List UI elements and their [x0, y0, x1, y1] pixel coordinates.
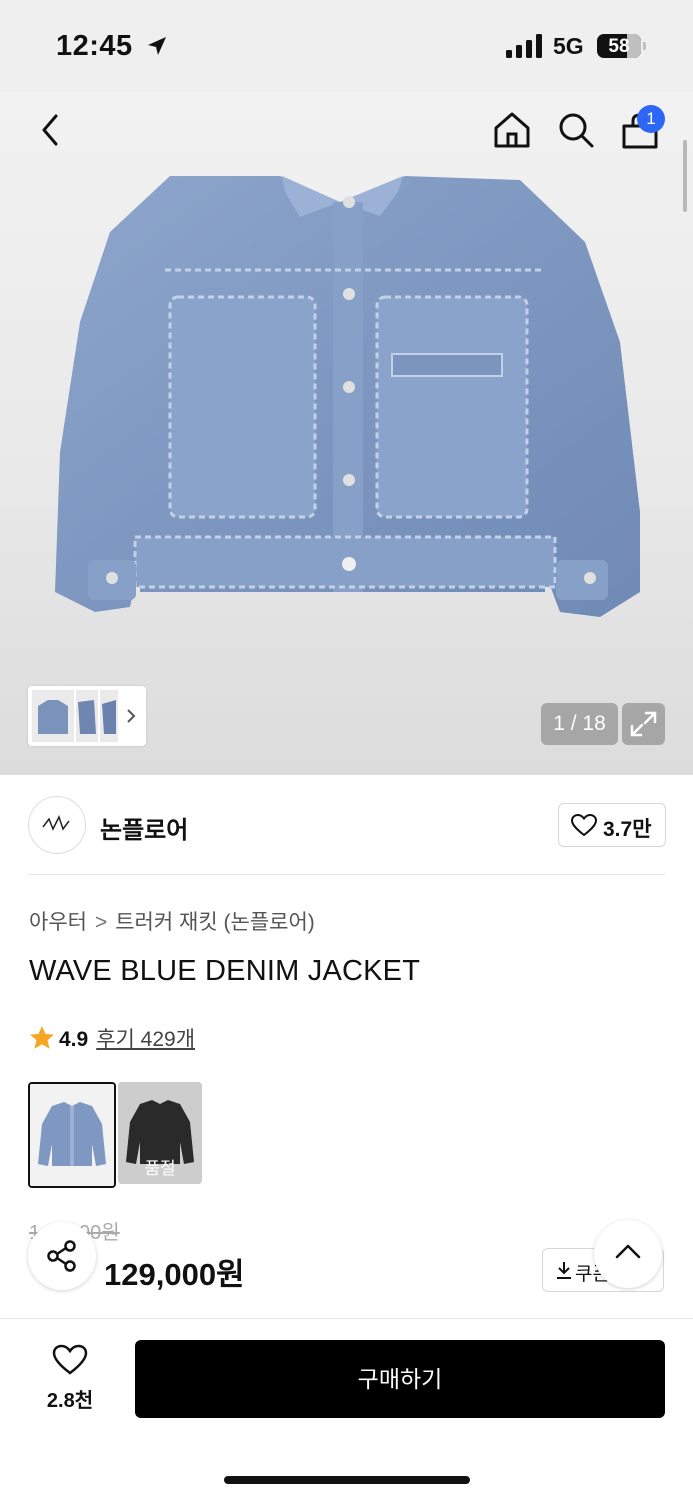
download-icon — [557, 1262, 571, 1279]
battery-icon: 58 — [597, 34, 641, 58]
chevron-up-icon — [615, 1244, 641, 1259]
sale-price: 129,000원 — [104, 1257, 245, 1292]
expand-icon[interactable] — [622, 703, 665, 745]
brand-logo[interactable] — [28, 796, 86, 854]
brand-like-count: 3.7만 — [603, 818, 652, 841]
cellular-signal-icon — [506, 34, 542, 58]
wishlist-heart-icon[interactable] — [52, 1344, 88, 1376]
brand-like-button[interactable]: 3.7만 — [558, 803, 666, 847]
brand-logo-mark — [42, 815, 70, 831]
product-rating: 4.9 후기 429개 — [29, 1023, 195, 1053]
back-icon[interactable] — [36, 112, 66, 148]
scrollbar[interactable] — [683, 140, 687, 212]
battery-nub — [643, 42, 646, 50]
product-title: WAVE BLUE DENIM JACKET — [29, 955, 421, 987]
gallery-thumbnails[interactable] — [28, 686, 146, 746]
scroll-to-top-button[interactable] — [594, 1220, 662, 1288]
product-image[interactable] — [0, 92, 693, 775]
wishlist-count: 2.8천 — [46, 1390, 94, 1412]
home-icon[interactable] — [492, 110, 532, 150]
share-icon — [47, 1240, 76, 1272]
cart-count-badge: 1 — [637, 105, 665, 133]
rating-score: 4.9 — [59, 1028, 89, 1051]
image-counter: 1 / 18 — [541, 703, 618, 745]
battery-level: 58 — [608, 36, 630, 57]
buy-button[interactable]: 구매하기 — [135, 1340, 665, 1418]
breadcrumb-separator: > — [94, 911, 108, 934]
breadcrumb-subcategory[interactable]: 트러커 재킷 (논플로어) — [115, 911, 315, 934]
sold-out-label: 품절 — [144, 1159, 176, 1178]
blue-jacket-thumbnail — [30, 1084, 114, 1186]
divider — [28, 874, 665, 875]
star-icon — [30, 1026, 54, 1049]
home-indicator — [224, 1476, 470, 1484]
search-icon[interactable] — [556, 110, 596, 150]
color-option-black[interactable]: 품절 — [118, 1082, 202, 1184]
location-arrow-icon — [148, 37, 166, 55]
color-option-blue[interactable] — [28, 1082, 116, 1188]
status-time: 12:45 — [56, 30, 133, 62]
reviews-link[interactable]: 후기 429개 — [96, 1028, 195, 1051]
breadcrumb-category[interactable]: 아우터 — [29, 911, 87, 934]
thumbnail-images — [32, 690, 136, 742]
share-button[interactable] — [28, 1222, 96, 1290]
heart-icon — [571, 814, 597, 837]
denim-jacket-illustration — [55, 176, 640, 617]
breadcrumb: 아우터 > 트러커 재킷 (논플로어) — [29, 906, 315, 936]
network-type: 5G — [553, 33, 584, 59]
brand-name[interactable]: 논플로어 — [100, 810, 188, 845]
